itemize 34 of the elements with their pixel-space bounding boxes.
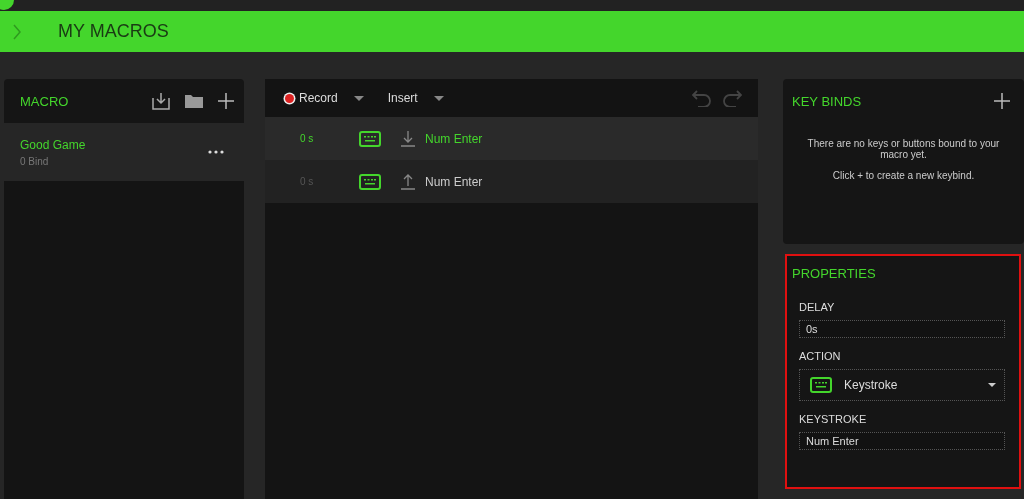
key-up-icon bbox=[401, 173, 415, 190]
keyboard-icon bbox=[810, 377, 832, 393]
key-down-icon bbox=[401, 130, 415, 147]
macro-step[interactable]: 0 s Num Enter bbox=[265, 117, 758, 160]
macro-name: Good Game bbox=[20, 137, 86, 152]
page-title: MY MACROS bbox=[58, 21, 169, 42]
empty-message: There are no keys or buttons bound to your macro yet. bbox=[806, 138, 1001, 160]
import-icon[interactable] bbox=[152, 92, 170, 110]
key-name: Num Enter bbox=[425, 131, 483, 146]
field-label: DELAY bbox=[799, 301, 836, 313]
keystroke-field[interactable]: Num Enter bbox=[799, 432, 1005, 450]
panel-title: KEY BINDS bbox=[792, 93, 862, 109]
caret-icon bbox=[988, 383, 996, 387]
delay-field[interactable]: 0s bbox=[799, 320, 1005, 338]
action-value: Keystroke bbox=[844, 378, 899, 392]
add-icon[interactable] bbox=[994, 93, 1010, 109]
panel-title: PROPERTIES bbox=[791, 265, 877, 281]
key-name: Num Enter bbox=[425, 174, 483, 189]
add-icon[interactable] bbox=[218, 93, 234, 109]
hint-text: Click + to create a new keybind. bbox=[831, 170, 976, 181]
dropdown-icon[interactable] bbox=[353, 95, 364, 101]
record-button[interactable]: Record bbox=[285, 91, 338, 105]
keyboard-icon bbox=[359, 173, 381, 190]
more-icon[interactable] bbox=[208, 150, 224, 154]
bind-count: 0 Bind bbox=[20, 155, 50, 167]
keyboard-icon bbox=[359, 130, 381, 147]
panel-title: MACRO bbox=[20, 93, 69, 109]
field-label: KEYSTROKE bbox=[799, 413, 868, 425]
insert-button[interactable]: Insert bbox=[387, 91, 418, 105]
folder-icon[interactable] bbox=[184, 93, 204, 109]
field-label: ACTION bbox=[799, 350, 842, 362]
delay-text: 0 s bbox=[300, 133, 315, 144]
dropdown-icon[interactable] bbox=[433, 95, 444, 101]
action-dropdown[interactable]: Keystroke bbox=[799, 369, 1005, 401]
